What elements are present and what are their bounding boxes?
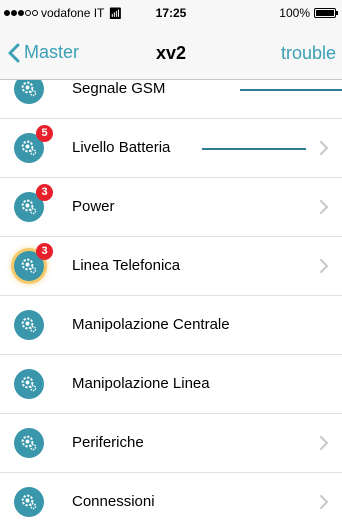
gear-icon xyxy=(21,317,37,333)
item-label: Livello Batteria xyxy=(72,139,171,156)
list-item[interactable]: Manipolazione Centrale xyxy=(0,296,342,355)
list-item[interactable]: 3 Linea Telefonica xyxy=(0,237,342,296)
item-label: Segnale GSM xyxy=(72,80,166,97)
item-icon xyxy=(14,80,44,104)
list-item[interactable]: 5 Livello Batteria xyxy=(0,119,342,178)
item-label: Connessioni xyxy=(72,493,155,510)
gear-icon xyxy=(21,140,37,156)
status-bar: vodafone IT 📶︎ 17:25 100% xyxy=(0,0,342,28)
chevron-right-icon xyxy=(320,200,328,214)
battery-icon xyxy=(314,8,338,18)
gear-icon xyxy=(21,258,37,274)
chevron-right-icon xyxy=(320,141,328,155)
list-item[interactable]: 3 Power xyxy=(0,178,342,237)
list-item[interactable]: Periferiche xyxy=(0,414,342,473)
list-item[interactable]: Connessioni xyxy=(0,473,342,526)
notification-badge: 3 xyxy=(36,184,53,201)
item-label: Linea Telefonica xyxy=(72,257,181,274)
trouble-button[interactable]: trouble xyxy=(281,43,336,64)
navigation-bar: Master xv2 trouble xyxy=(0,28,342,80)
battery-fill xyxy=(316,10,334,16)
item-label: Power xyxy=(72,198,115,215)
settings-list[interactable]: Segnale GSM 5 Livello Batteria 3 Power 3 Linea… xyxy=(0,80,342,526)
battery-percent: 100% xyxy=(279,6,310,20)
item-label: Manipolazione Linea xyxy=(72,375,210,392)
chevron-right-icon xyxy=(320,436,328,450)
gear-icon xyxy=(21,199,37,215)
app-screen: vodafone IT 📶︎ 17:25 100% Master xv2 tro… xyxy=(0,0,342,526)
chevron-right-icon xyxy=(320,259,328,273)
gear-icon xyxy=(21,376,37,392)
gear-icon xyxy=(21,81,37,97)
item-icon xyxy=(14,487,44,517)
status-line xyxy=(240,89,342,91)
list-item[interactable]: Manipolazione Linea xyxy=(0,355,342,414)
item-icon xyxy=(14,369,44,399)
status-right: 100% xyxy=(279,6,338,20)
gear-icon xyxy=(21,494,37,510)
item-label: Manipolazione Centrale xyxy=(72,316,230,333)
status-line xyxy=(202,148,306,150)
list-item[interactable]: Segnale GSM xyxy=(0,80,342,119)
chevron-right-icon xyxy=(320,495,328,509)
list-viewport: Segnale GSM 5 Livello Batteria 3 Power 3 Linea… xyxy=(0,80,342,526)
item-icon xyxy=(14,428,44,458)
notification-badge: 3 xyxy=(36,243,53,260)
notification-badge: 5 xyxy=(36,125,53,142)
item-icon xyxy=(14,310,44,340)
gear-icon xyxy=(21,435,37,451)
item-label: Periferiche xyxy=(72,434,144,451)
